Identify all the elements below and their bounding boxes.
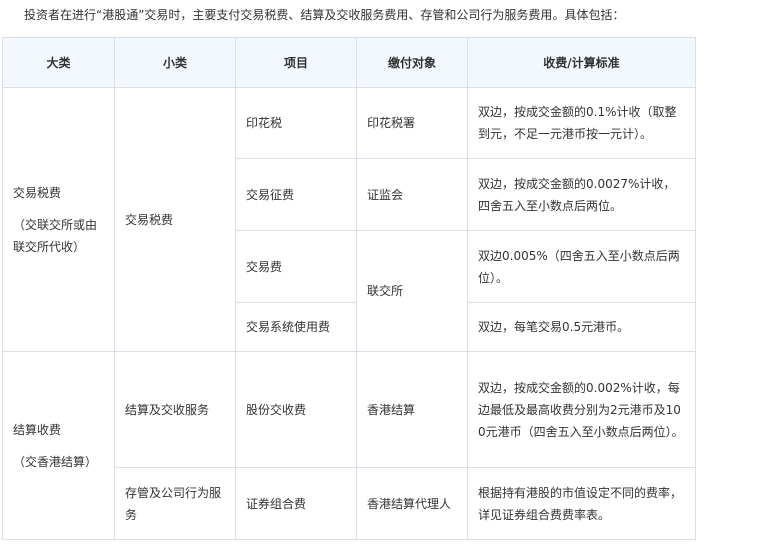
category-name: 结算收费 [13,422,62,437]
item-cell: 交易征费 [235,158,357,231]
header-category: 大类 [2,37,115,88]
category-cell-trading: 交易税费 （交联交所或由联交所代收） [2,87,115,352]
subcategory-cell: 结算及交收服务 [114,351,236,468]
fee-table: 大类 小类 项目 缴付对象 收费/计算标准 交易税费 （交联交所或由联交所代收）… [2,37,696,540]
standard-cell: 双边，按成交金额的0.0027%计收，四舍五入至小数点后两位。 [467,158,696,231]
header-standard: 收费/计算标准 [467,37,696,88]
table-header-row: 大类 小类 项目 缴付对象 收费/计算标准 [2,37,696,88]
item-cell: 交易费 [235,230,357,303]
subcategory-cell-trading: 交易税费 [114,87,236,352]
table-row: 结算收费 （交香港结算） 结算及交收服务 股份交收费 香港结算 双边，按成交金额… [2,351,696,540]
intro-text: 投资者在进行“港股通”交易时，主要支付交易税费、结算及交收服务费用、存管和公司行… [24,8,625,22]
category-note: （交联交所或由联交所代收） [13,217,98,254]
item-cell: 证券组合费 [235,467,357,540]
item-cell: 交易系统使用费 [235,302,357,352]
header-item: 项目 [235,37,357,88]
payee-cell: 印花税署 [356,87,468,159]
payee-cell: 联交所 [356,230,468,352]
item-cell: 印花税 [235,87,357,159]
standard-cell: 双边，按成交金额的0.1%计收（取整到元，不足一元港币按一元计）。 [467,87,696,159]
header-subcategory: 小类 [114,37,236,88]
category-note: （交香港结算） [13,454,98,469]
subcategory-cell: 存管及公司行为服务 [114,467,236,540]
item-cell: 股份交收费 [235,351,357,468]
category-cell-settlement: 结算收费 （交香港结算） [2,351,115,540]
standard-cell: 双边，每笔交易0.5元港币。 [467,302,696,352]
payee-cell: 香港结算代理人 [356,467,468,540]
payee-cell: 证监会 [356,158,468,231]
standard-cell: 根据持有港股的市值设定不同的费率，详见证券组合费费率表。 [467,467,696,540]
standard-cell: 双边，按成交金额的0.002%计收，每边最低及最高收费分别为2元港币及100元港… [467,351,696,468]
category-name: 交易税费 [13,185,62,200]
payee-cell: 香港结算 [356,351,468,468]
table-row: 交易税费 （交联交所或由联交所代收） 交易税费 印花税 印花税署 双边，按成交金… [2,87,696,352]
header-payee: 缴付对象 [356,37,468,88]
standard-cell: 双边0.005%（四舍五入至小数点后两位）。 [467,230,696,303]
